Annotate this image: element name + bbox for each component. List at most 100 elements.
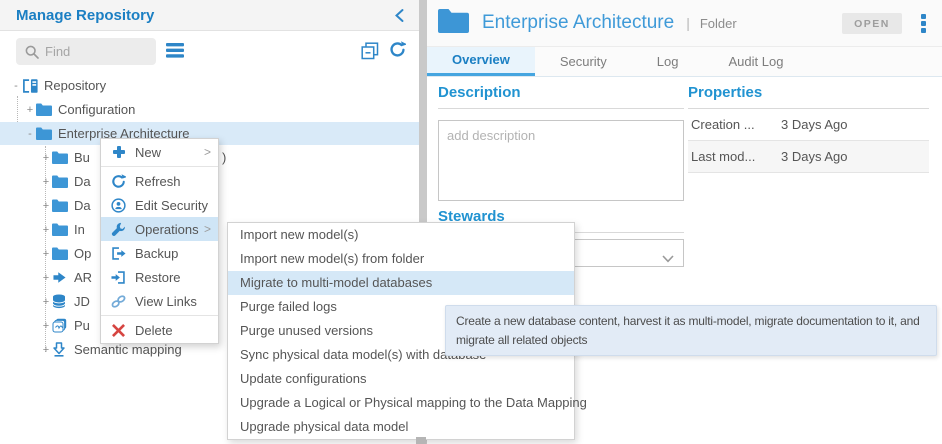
menu-item-label: View Links: [135, 294, 197, 309]
tab-security[interactable]: Security: [535, 47, 632, 76]
repository-panel-header: Manage Repository: [0, 0, 419, 31]
tab-log[interactable]: Log: [632, 47, 704, 76]
expand-expander-icon[interactable]: +: [40, 224, 52, 236]
expand-expander-icon[interactable]: +: [40, 152, 52, 164]
property-row: Creation ... 3 Days Ago: [688, 109, 929, 141]
menu-item-restore[interactable]: Restore: [101, 265, 218, 289]
tooltip: Create a new database content, harvest i…: [445, 305, 937, 356]
property-row: Last mod... 3 Days Ago: [688, 141, 929, 173]
user-circle-icon: [110, 198, 127, 213]
folder-icon: [36, 127, 55, 140]
folder-icon: [52, 199, 71, 212]
download-arrow-icon: [52, 342, 71, 357]
menu-item-view-links[interactable]: View Links: [101, 289, 218, 313]
tree-item-label: Bu: [74, 150, 90, 165]
menu-separator: [101, 166, 218, 167]
menu-item-backup[interactable]: Backup: [101, 241, 218, 265]
open-button[interactable]: OPEN: [842, 13, 902, 34]
menu-item-edit-security[interactable]: Edit Security: [101, 193, 218, 217]
folder-icon: [52, 223, 71, 236]
import-icon: [110, 270, 127, 285]
expand-expander-icon[interactable]: +: [40, 200, 52, 212]
database-icon: [52, 294, 71, 309]
menu-item-label: Operations: [135, 222, 199, 237]
wrench-icon: [110, 222, 127, 237]
tree-item-repository[interactable]: - Repository: [0, 74, 419, 97]
property-value: 3 Days Ago: [781, 149, 848, 164]
chevron-down-icon: [662, 250, 674, 268]
repository-server-icon: [22, 78, 41, 94]
menu-item-refresh[interactable]: Refresh: [101, 169, 218, 193]
folder-icon: [52, 151, 71, 164]
submenu-item-migrate-multi-model[interactable]: Migrate to multi-model databases: [228, 271, 574, 295]
submenu-arrow-icon: >: [204, 222, 211, 236]
submenu-item-import-new-models[interactable]: Import new model(s): [228, 223, 574, 247]
scrollbar-thumb[interactable]: [416, 437, 426, 444]
menu-item-delete[interactable]: Delete: [101, 318, 218, 342]
context-menu: New > Refresh Edit Security Operations >…: [100, 138, 219, 344]
submenu-item-upgrade-physical-model[interactable]: Upgrade physical data model: [228, 415, 574, 439]
tree-item-label: AR: [74, 270, 92, 285]
expand-expander-icon[interactable]: +: [24, 104, 36, 116]
submenu-item-upgrade-mapping[interactable]: Upgrade a Logical or Physical mapping to…: [228, 391, 574, 415]
search-box[interactable]: [16, 38, 156, 65]
menu-icon[interactable]: [166, 43, 184, 63]
collapse-all-icon[interactable]: [361, 42, 379, 65]
title-separator: |: [686, 15, 690, 31]
expand-expander-icon[interactable]: +: [40, 344, 52, 356]
object-type-label: Folder: [700, 16, 737, 31]
tree-item-label-suffix: ): [222, 150, 226, 165]
expand-expander-icon[interactable]: +: [40, 272, 52, 284]
property-key: Last mod...: [691, 149, 781, 164]
tab-audit-log[interactable]: Audit Log: [704, 47, 809, 76]
search-icon: [25, 45, 39, 59]
description-section: Description: [438, 84, 684, 206]
submenu-arrow-icon: >: [204, 145, 211, 159]
tab-bar: Overview Security Log Audit Log: [427, 47, 942, 77]
delete-x-icon: [110, 324, 127, 337]
collapse-expander-icon[interactable]: -: [24, 128, 36, 140]
refresh-icon: [110, 174, 127, 189]
collapse-panel-icon[interactable]: [394, 8, 405, 28]
layers-icon: [52, 318, 71, 333]
tree-item-label: Da: [74, 174, 91, 189]
submenu-item-update-configurations[interactable]: Update configurations: [228, 367, 574, 391]
menu-separator: [101, 315, 218, 316]
tree-item-label: Op: [74, 246, 91, 261]
plus-icon: [110, 145, 127, 159]
folder-icon: [52, 247, 71, 260]
menu-item-label: Refresh: [135, 174, 181, 189]
expand-expander-icon[interactable]: +: [40, 176, 52, 188]
expand-expander-icon[interactable]: +: [40, 320, 52, 332]
property-key: Creation ...: [691, 117, 781, 132]
export-icon: [110, 246, 127, 261]
description-input[interactable]: [438, 120, 684, 201]
submenu-item-import-from-folder[interactable]: Import new model(s) from folder: [228, 247, 574, 271]
expand-expander-icon[interactable]: +: [40, 248, 52, 260]
tree-item-label: JD: [74, 294, 90, 309]
expand-expander-icon[interactable]: +: [40, 296, 52, 308]
tree-toolbar: [0, 37, 419, 67]
arrow-icon: [52, 271, 71, 284]
detail-panel-header: Enterprise Architecture | Folder OPEN: [427, 0, 942, 47]
search-input[interactable]: [45, 44, 145, 59]
folder-icon: [36, 103, 55, 116]
refresh-tree-icon[interactable]: [389, 41, 406, 63]
menu-item-new[interactable]: New >: [101, 140, 218, 164]
properties-heading: Properties: [688, 84, 929, 109]
page-title: Enterprise Architecture: [482, 12, 674, 34]
panel-title: Manage Repository: [16, 7, 154, 24]
tree-item-configuration[interactable]: + Configuration: [0, 98, 419, 121]
menu-item-operations[interactable]: Operations >: [101, 217, 218, 241]
collapse-expander-icon[interactable]: -: [10, 80, 22, 92]
kebab-menu-icon[interactable]: [921, 14, 927, 39]
tree-item-label: Configuration: [58, 102, 135, 117]
description-heading: Description: [438, 84, 684, 109]
menu-item-label: Backup: [135, 246, 178, 261]
tree-item-label: In: [74, 222, 85, 237]
tree-item-label: Semantic mapping: [74, 342, 182, 357]
menu-item-label: Delete: [135, 323, 173, 338]
tab-overview[interactable]: Overview: [427, 47, 535, 76]
property-value: 3 Days Ago: [781, 117, 848, 132]
tree-item-label: Pu: [74, 318, 90, 333]
